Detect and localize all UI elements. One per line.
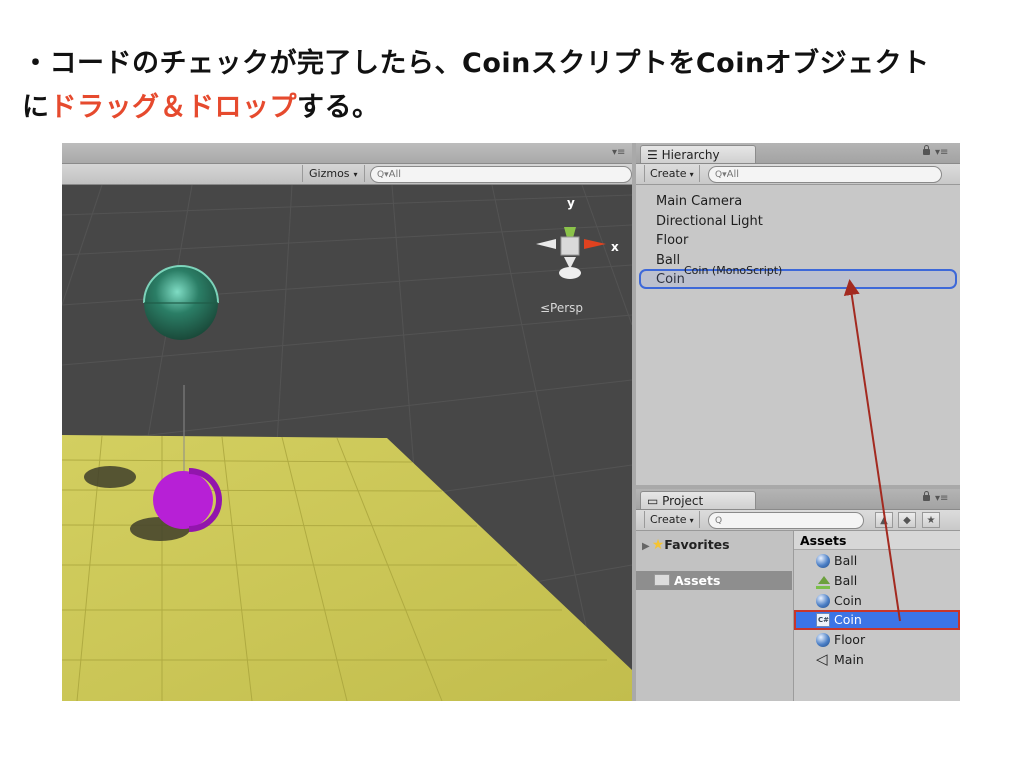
asset-item-coin-script[interactable]: Coin xyxy=(794,610,960,631)
gizmos-label: Gizmos xyxy=(309,167,350,180)
caption-line-2: にドラッグ＆ドロップする。 xyxy=(22,86,1012,130)
axis-x-label: x xyxy=(611,240,619,254)
gizmos-dropdown[interactable]: Gizmos ▾ xyxy=(302,165,365,182)
floor-plane xyxy=(62,435,632,701)
search-icon: Q▾ xyxy=(377,170,389,180)
asset-item[interactable]: Floor xyxy=(794,630,960,650)
material-sphere-icon xyxy=(816,593,830,608)
asset-item[interactable]: Ball xyxy=(794,551,960,571)
assets-folder-label: Assets xyxy=(674,573,721,588)
hierarchy-create-button[interactable]: Create ▾ xyxy=(644,165,700,182)
lock-icon[interactable] xyxy=(923,145,930,155)
asset-item[interactable]: Coin xyxy=(794,591,960,611)
lock-icon[interactable] xyxy=(923,491,930,501)
assets-folder-row[interactable]: Assets xyxy=(636,571,792,590)
project-folder-tree: ▶ ★Favorites Assets xyxy=(636,531,794,701)
material-sphere-icon xyxy=(816,633,830,648)
project-tab-label: Project xyxy=(662,494,704,508)
scene-tab-bar: ▾≡ xyxy=(62,143,632,164)
caption-line-1: ・コードのチェックが完了したら、CoinスクリプトをCoinオブジェクト xyxy=(22,42,1012,86)
chevron-down-icon: ▾ xyxy=(353,170,358,179)
hierarchy-item-main-camera[interactable]: Main Camera xyxy=(656,192,763,212)
asset-name: Floor xyxy=(834,632,866,648)
hierarchy-search-field[interactable]: Q▾ xyxy=(708,166,942,183)
panel-menu-icon[interactable]: ▾≡ xyxy=(935,147,948,158)
asset-name: Ball xyxy=(834,553,858,568)
expand-arrow-icon[interactable]: ▶ xyxy=(642,541,650,552)
tab-hierarchy[interactable]: ☰ Hierarchy xyxy=(640,145,756,163)
hierarchy-toolbar: Create ▾ Q▾ xyxy=(636,164,960,185)
chevron-down-icon: ▾ xyxy=(689,516,694,525)
folder-icon xyxy=(654,574,670,586)
coin-object xyxy=(153,471,213,529)
create-label: Create xyxy=(650,513,687,526)
asset-name: Ball xyxy=(834,572,858,588)
hierarchy-item-directional-light[interactable]: Directional Light xyxy=(656,212,763,232)
unity-editor: ▾≡ Gizmos ▾ Q▾All y x ≤Persp ☰ Hierarchy… xyxy=(62,143,960,701)
hierarchy-search-input[interactable] xyxy=(726,169,889,180)
create-label: Create xyxy=(650,167,687,180)
project-toolbar: Create ▾ Q ▲ ◆ ★ xyxy=(636,510,960,531)
favorite-star-icon[interactable]: ★ xyxy=(922,512,940,528)
panel-menu-icon[interactable]: ▾≡ xyxy=(612,147,625,158)
ball-shadow xyxy=(84,466,136,488)
filter-by-type-icon[interactable]: ▲ xyxy=(875,512,893,528)
asset-list: Ball Ball Coin Coin Floor Main xyxy=(794,551,960,670)
script-icon xyxy=(816,613,830,628)
instruction-caption: ・コードのチェックが完了したら、CoinスクリプトをCoinオブジェクト にドラ… xyxy=(22,42,1012,130)
caption-text-2c: する。 xyxy=(297,92,380,123)
scene-toolbar: Gizmos ▾ Q▾ xyxy=(62,164,632,185)
scene-search-input[interactable] xyxy=(388,169,571,180)
scene-view[interactable]: ▾≡ Gizmos ▾ Q▾All y x ≤Persp xyxy=(62,143,632,701)
axis-y-label: y xyxy=(567,196,575,210)
caption-highlight: ドラッグ＆ドロップ xyxy=(49,92,297,123)
search-icon: Q xyxy=(715,516,723,526)
filter-by-label-icon[interactable]: ◆ xyxy=(898,512,916,528)
unity-scene-icon xyxy=(816,650,830,670)
panel-menu-icon[interactable]: ▾≡ xyxy=(935,493,948,504)
asset-item[interactable]: Main xyxy=(794,650,960,670)
material-sphere-icon xyxy=(816,554,830,568)
caption-text-1b: Coinオブジェクト xyxy=(695,48,930,79)
persp-label[interactable]: ≤Persp xyxy=(540,301,583,315)
prefab-icon xyxy=(816,575,830,589)
project-panel: ▭ Project ▾≡ Create ▾ Q ▲ ◆ ★ ▶ ★Favorites… xyxy=(636,489,960,701)
assets-breadcrumb: Assets xyxy=(794,531,960,550)
drag-preview-label: Coin (MonoScript) xyxy=(684,264,783,277)
asset-name: Coin xyxy=(834,592,862,608)
star-icon: ★ xyxy=(651,537,665,553)
caption-text-1: ・コードのチェックが完了したら、Coinスクリプトを xyxy=(22,48,696,79)
hierarchy-tab-bar: ☰ Hierarchy ▾≡ xyxy=(636,143,960,164)
folder-tab-icon: ▭ xyxy=(647,494,663,508)
project-search-field[interactable]: Q xyxy=(708,512,864,529)
favorites-label: Favorites xyxy=(664,537,730,552)
caption-text-2a: に xyxy=(22,92,50,123)
list-icon: ☰ xyxy=(647,148,662,162)
asset-item[interactable]: Ball xyxy=(794,571,960,591)
scene-canvas[interactable]: y x xyxy=(62,185,632,701)
search-icon: Q▾ xyxy=(715,170,727,180)
favorites-section[interactable]: ▶ ★Favorites xyxy=(642,537,730,553)
hierarchy-item-floor[interactable]: Floor xyxy=(656,231,763,251)
project-create-button[interactable]: Create ▾ xyxy=(644,511,700,528)
hierarchy-tab-label: Hierarchy xyxy=(661,148,720,162)
chevron-down-icon: ▾ xyxy=(689,170,694,179)
hierarchy-panel: ☰ Hierarchy ▾≡ Create▾ Q▾ Main Camera Di… xyxy=(636,143,960,485)
asset-name: Coin xyxy=(834,612,862,628)
project-asset-browser: Assets Ball Ball Coin Coin Floor Main xyxy=(794,531,960,701)
scene-search-field[interactable]: Q▾ xyxy=(370,166,632,183)
tab-project[interactable]: ▭ Project xyxy=(640,491,756,509)
project-tab-bar: ▭ Project ▾≡ xyxy=(636,489,960,510)
asset-name: Main xyxy=(834,651,864,667)
